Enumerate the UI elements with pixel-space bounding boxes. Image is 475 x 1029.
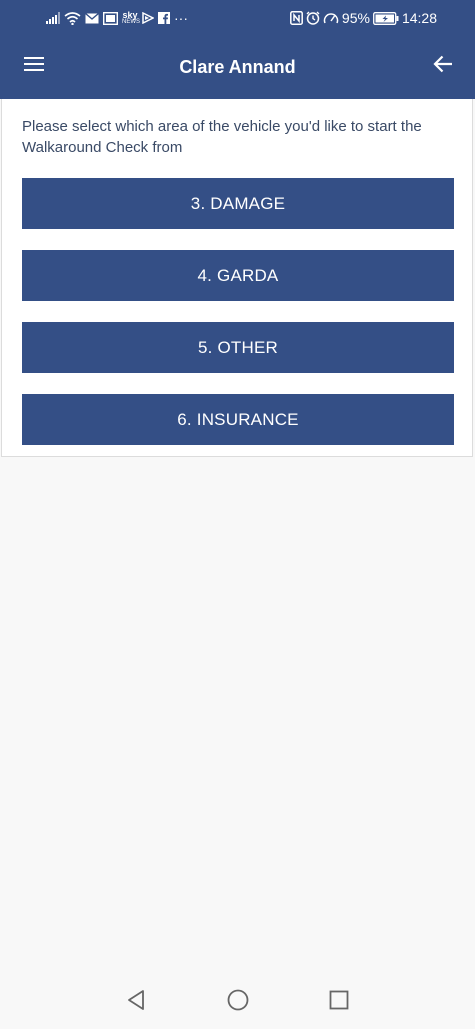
- nav-recents-button[interactable]: [326, 989, 352, 1015]
- wifi-icon: [64, 11, 81, 25]
- facebook-icon: [158, 12, 170, 24]
- area-button-damage[interactable]: 3. DAMAGE: [22, 178, 454, 229]
- back-triangle-icon: [126, 989, 146, 1016]
- system-nav-bar: [0, 975, 475, 1029]
- area-button-insurance[interactable]: 6. INSURANCE: [22, 394, 454, 445]
- nav-home-button[interactable]: [225, 989, 251, 1015]
- status-right-icons: 95% 14:28: [289, 8, 437, 28]
- arrow-left-icon: [433, 55, 453, 78]
- clock: 14:28: [401, 10, 437, 26]
- home-circle-icon: [227, 989, 249, 1016]
- mail-icon: [85, 12, 99, 24]
- area-button-garda[interactable]: 4. GARDA: [22, 250, 454, 301]
- message-icon: [103, 11, 118, 25]
- app-header: sky NEWS ··· 95% 14:28 Clare Annand: [0, 0, 475, 99]
- status-bar: sky NEWS ··· 95% 14:28: [0, 0, 475, 36]
- more-notifications: ···: [174, 10, 188, 26]
- app-bar: Clare Annand: [0, 36, 475, 99]
- signal-icon: [46, 12, 60, 24]
- walkaround-area-card: Please select which area of the vehicle …: [1, 99, 473, 457]
- alarm-icon: [306, 11, 320, 25]
- speed-icon: [323, 11, 339, 25]
- page-title: Clare Annand: [179, 57, 296, 77]
- sky-news-bottom: NEWS: [122, 19, 140, 25]
- nfc-icon: [289, 11, 303, 25]
- nav-back-button[interactable]: [123, 989, 149, 1015]
- recents-square-icon: [329, 990, 349, 1015]
- sky-news-top: sky: [122, 10, 138, 20]
- back-button[interactable]: [423, 46, 463, 86]
- battery-percent: 95%: [341, 10, 370, 26]
- battery-icon: [373, 11, 399, 25]
- area-button-other[interactable]: 5. OTHER: [22, 322, 454, 373]
- status-left-icons: sky NEWS ···: [46, 8, 188, 28]
- instructions-text: Please select which area of the vehicle …: [22, 118, 422, 156]
- sky-news-icon: sky NEWS: [122, 10, 140, 26]
- play-icon: [142, 12, 154, 24]
